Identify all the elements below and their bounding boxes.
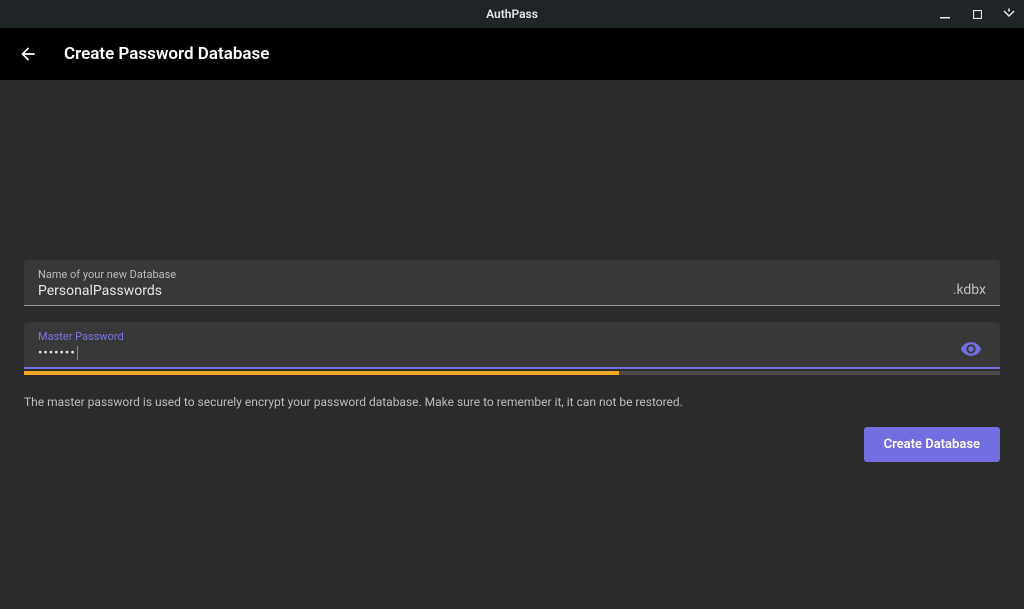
content-area: Name of your new Database PersonalPasswo…	[0, 80, 1024, 462]
help-text: The master password is used to securely …	[24, 395, 1000, 409]
strength-rest	[619, 371, 1000, 375]
database-name-input[interactable]: PersonalPasswords	[38, 283, 945, 299]
toggle-password-visibility-button[interactable]	[952, 338, 986, 361]
password-strength-bar	[24, 371, 1000, 375]
master-password-input[interactable]: •••••••	[38, 345, 952, 361]
password-masked-value: •••••••	[38, 346, 76, 361]
field-main: Name of your new Database PersonalPasswo…	[38, 268, 945, 299]
create-database-button[interactable]: Create Database	[864, 427, 1000, 462]
master-password-label: Master Password	[38, 330, 952, 343]
titlebar: AuthPass	[0, 0, 1024, 28]
page-title: Create Password Database	[64, 44, 269, 64]
database-name-field[interactable]: Name of your new Database PersonalPasswo…	[24, 260, 1000, 306]
minimize-icon	[940, 9, 950, 19]
app-menu-icon	[1002, 7, 1016, 21]
arrow-left-icon	[18, 44, 38, 64]
database-extension-suffix: .kdbx	[945, 282, 986, 299]
minimize-button[interactable]	[938, 7, 952, 21]
master-password-field[interactable]: Master Password •••••••	[24, 322, 1000, 369]
app-header: Create Password Database	[0, 28, 1024, 80]
eye-icon	[960, 338, 982, 360]
maximize-button[interactable]	[970, 7, 984, 21]
back-button[interactable]	[16, 42, 40, 66]
window-title: AuthPass	[486, 7, 538, 21]
app-menu-button[interactable]	[1002, 7, 1016, 21]
window-controls	[938, 7, 1016, 21]
strength-fill	[24, 371, 619, 375]
action-row: Create Database	[24, 427, 1000, 462]
database-name-label: Name of your new Database	[38, 268, 945, 281]
maximize-icon	[973, 10, 982, 19]
text-cursor	[77, 346, 78, 360]
field-main: Master Password •••••••	[38, 330, 952, 361]
